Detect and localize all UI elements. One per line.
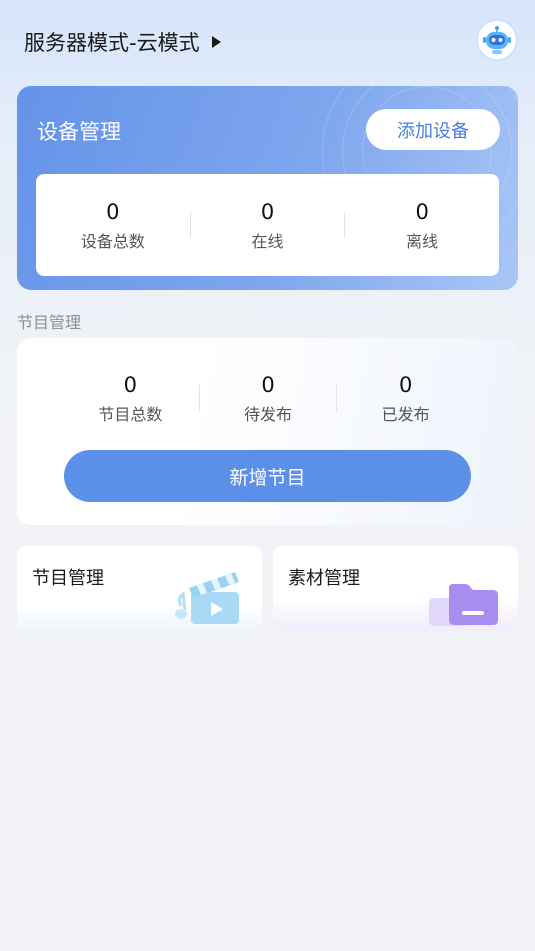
stat-device-total[interactable]: 0 设备总数 bbox=[36, 199, 190, 252]
device-card-title: 设备管理 bbox=[37, 120, 121, 144]
stat-device-online[interactable]: 0 在线 bbox=[191, 199, 345, 252]
stat-label: 离线 bbox=[406, 231, 439, 251]
tile-label: 节目管理 bbox=[32, 568, 104, 589]
folder-icon bbox=[429, 584, 498, 626]
stat-label: 节目总数 bbox=[98, 404, 163, 424]
program-management-card: 0 节目总数 0 待发布 0 已发布 新增节目 bbox=[17, 338, 518, 525]
stat-program-total[interactable]: 0 节目总数 bbox=[62, 372, 199, 425]
device-stats: 0 设备总数 0 在线 0 离线 bbox=[36, 174, 499, 276]
clapperboard-icon bbox=[175, 572, 239, 624]
stat-label: 待发布 bbox=[244, 404, 293, 424]
caret-right-icon bbox=[211, 36, 221, 48]
stat-value: 0 bbox=[398, 372, 413, 397]
avatar[interactable] bbox=[476, 19, 518, 61]
stat-label: 在线 bbox=[251, 231, 284, 251]
stat-value: 0 bbox=[260, 199, 275, 224]
tile-material-management[interactable]: 素材管理 bbox=[273, 546, 518, 631]
program-stats: 0 节目总数 0 待发布 0 已发布 bbox=[62, 368, 474, 428]
stat-value: 0 bbox=[106, 199, 120, 224]
tile-label: 素材管理 bbox=[288, 568, 360, 589]
stat-value: 0 bbox=[261, 372, 275, 397]
stat-device-offline[interactable]: 0 离线 bbox=[345, 199, 499, 252]
device-management-card: 设备管理 添加设备 0 设备总数 0 在线 0 离线 bbox=[17, 86, 518, 290]
mode-switcher[interactable]: 服务器模式-云模式 bbox=[24, 27, 221, 57]
stat-program-published[interactable]: 0 已发布 bbox=[337, 372, 474, 425]
new-program-button[interactable]: 新增节目 bbox=[64, 450, 471, 502]
stat-value: 0 bbox=[415, 199, 429, 224]
mode-title-text: 服务器模式-云模式 bbox=[24, 31, 200, 55]
header: 服务器模式-云模式 bbox=[0, 0, 535, 82]
robot-icon bbox=[483, 26, 511, 54]
stat-value: 0 bbox=[123, 372, 138, 397]
tile-program-management[interactable]: 节目管理 bbox=[17, 546, 262, 631]
stat-program-pending[interactable]: 0 待发布 bbox=[200, 372, 337, 425]
program-section-label: 节目管理 bbox=[17, 313, 82, 332]
stat-label: 已发布 bbox=[381, 404, 430, 424]
stat-label: 设备总数 bbox=[80, 231, 145, 251]
add-device-button[interactable]: 添加设备 bbox=[366, 109, 500, 150]
